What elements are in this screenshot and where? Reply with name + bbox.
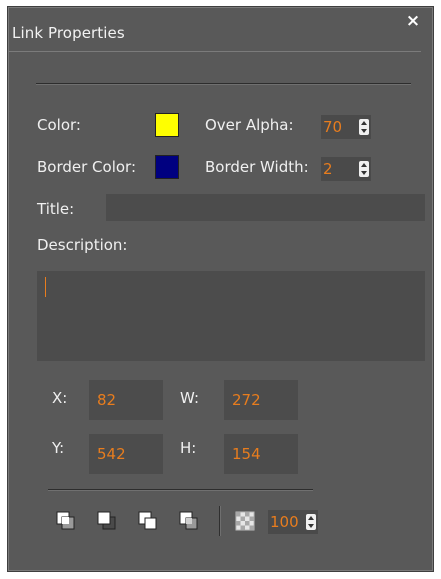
- description-label: Description:: [37, 236, 128, 254]
- description-textarea[interactable]: [37, 271, 425, 361]
- bring-to-front-icon[interactable]: [55, 510, 77, 532]
- title-input[interactable]: [106, 194, 425, 221]
- h-field[interactable]: 154: [224, 434, 298, 474]
- opacity-stepper[interactable]: 100: [268, 510, 318, 534]
- border-width-stepper[interactable]: 2: [321, 157, 371, 181]
- title-bar[interactable]: Link Properties ×: [8, 7, 433, 51]
- transparency-icon[interactable]: [235, 511, 257, 533]
- opacity-spinner-icon[interactable]: [306, 514, 316, 530]
- h-label: H:: [180, 439, 197, 457]
- x-field[interactable]: 82: [89, 380, 163, 420]
- x-label: X:: [52, 389, 68, 407]
- over-alpha-value: 70: [323, 118, 343, 136]
- title-divider: [8, 51, 421, 52]
- close-icon[interactable]: ×: [405, 13, 421, 30]
- divider-bottom: [48, 489, 313, 491]
- y-label: Y:: [52, 439, 65, 457]
- send-to-back-icon[interactable]: [96, 510, 118, 532]
- divider-top: [36, 83, 411, 85]
- border-width-spinner-icon[interactable]: [359, 161, 369, 177]
- border-color-label: Border Color:: [37, 158, 137, 176]
- over-alpha-spinner-icon[interactable]: [359, 119, 369, 135]
- w-field[interactable]: 272: [224, 380, 298, 420]
- link-properties-dialog: Link Properties × Color: Over Alpha: 70 …: [7, 6, 434, 572]
- color-swatch[interactable]: [155, 113, 179, 137]
- over-alpha-label: Over Alpha:: [205, 116, 294, 134]
- dialog-title: Link Properties: [12, 24, 125, 42]
- over-alpha-stepper[interactable]: 70: [321, 115, 371, 139]
- text-caret: [45, 277, 46, 297]
- y-field[interactable]: 542: [89, 434, 163, 474]
- w-label: W:: [180, 389, 200, 407]
- border-color-swatch[interactable]: [155, 155, 179, 179]
- border-width-label: Border Width:: [205, 158, 309, 176]
- color-label: Color:: [37, 116, 81, 134]
- title-field-label: Title:: [37, 200, 75, 218]
- bring-forward-icon[interactable]: [137, 510, 159, 532]
- opacity-value: 100: [270, 513, 299, 531]
- toolbar-divider: [219, 506, 221, 536]
- border-width-value: 2: [323, 160, 333, 178]
- send-backward-icon[interactable]: [178, 510, 200, 532]
